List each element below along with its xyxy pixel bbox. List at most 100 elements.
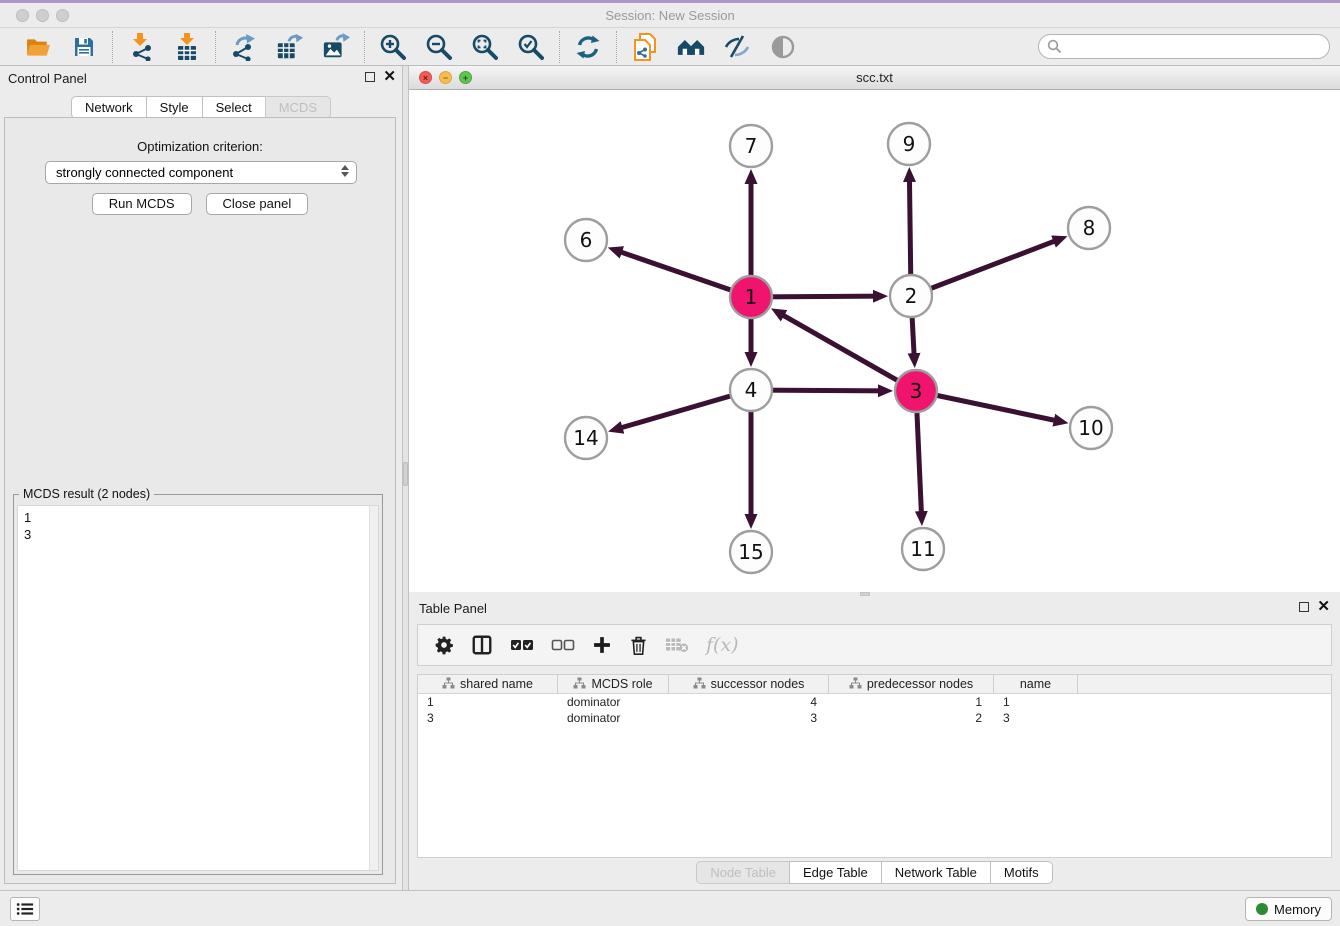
- mcds-result-values: 1 3: [24, 509, 31, 543]
- node-10[interactable]: 10: [1070, 407, 1112, 449]
- edge-2-8[interactable]: [911, 238, 1062, 296]
- open-file-icon[interactable]: [24, 33, 52, 61]
- save-session-icon[interactable]: [70, 33, 98, 61]
- function-builder-icon[interactable]: f(x): [706, 634, 739, 656]
- refresh-icon[interactable]: [574, 33, 602, 61]
- column-header-successor-nodes[interactable]: successor nodes: [669, 675, 829, 693]
- cell-successor-nodes[interactable]: 3: [669, 710, 829, 726]
- node-6[interactable]: 6: [565, 219, 607, 261]
- mcds-result-title: MCDS result (2 nodes): [19, 487, 154, 501]
- close-panel-icon[interactable]: ✕: [383, 71, 396, 83]
- tab-motifs[interactable]: Motifs: [990, 861, 1053, 884]
- memory-button[interactable]: Memory: [1245, 897, 1332, 921]
- select-all-checks-icon[interactable]: [510, 636, 534, 654]
- vertical-splitter[interactable]: [402, 66, 409, 890]
- column-header-MCDS-role[interactable]: MCDS role: [558, 675, 669, 693]
- export-table-icon[interactable]: [276, 33, 304, 61]
- node-7[interactable]: 7: [730, 125, 772, 167]
- import-table-icon[interactable]: [173, 33, 201, 61]
- network-view-window: × − + scc.txt 7 9 6 8 1 2 4 3 14 10 15 11: [409, 66, 1340, 592]
- svg-text:15: 15: [738, 540, 763, 564]
- memory-status-icon: [1256, 903, 1268, 915]
- node-3[interactable]: 3: [895, 370, 937, 412]
- tab-mcds[interactable]: MCDS: [265, 96, 331, 119]
- style-toggle-icon[interactable]: [723, 33, 751, 61]
- svg-text:8: 8: [1083, 216, 1096, 240]
- cell-name[interactable]: 1: [994, 694, 1078, 710]
- mcds-result-groupbox: MCDS result (2 nodes) 1 3: [13, 494, 383, 875]
- column-header-shared-name[interactable]: shared name: [418, 675, 558, 693]
- node-14[interactable]: 14: [565, 417, 607, 459]
- svg-text:11: 11: [910, 537, 935, 561]
- column-header-filler: [1078, 675, 1331, 693]
- optimization-criterion-value: strongly connected component: [56, 165, 233, 180]
- column-type-icon: [849, 677, 862, 692]
- node-8[interactable]: 8: [1068, 207, 1110, 249]
- cell-MCDS-role[interactable]: dominator: [558, 710, 669, 726]
- float-panel-icon[interactable]: [365, 72, 375, 82]
- task-history-button[interactable]: [10, 897, 40, 921]
- network-file-title: scc.txt: [409, 70, 1340, 85]
- node-2[interactable]: 2: [890, 275, 932, 317]
- export-image-icon[interactable]: [322, 33, 350, 61]
- tab-network-table[interactable]: Network Table: [881, 861, 991, 884]
- search-input[interactable]: [1038, 34, 1330, 59]
- zoom-fit-icon[interactable]: [471, 33, 499, 61]
- cell-MCDS-role[interactable]: dominator: [558, 694, 669, 710]
- export-network-icon[interactable]: [230, 33, 258, 61]
- node-9[interactable]: 9: [888, 123, 930, 165]
- control-panel: Control Panel ✕ NetworkStyleSelectMCDS O…: [0, 66, 402, 890]
- column-type-icon: [442, 677, 455, 692]
- cell-successor-nodes[interactable]: 4: [669, 694, 829, 710]
- cell-predecessor-nodes[interactable]: 2: [829, 710, 994, 726]
- edge-3-1[interactable]: [776, 311, 916, 391]
- float-table-panel-icon[interactable]: [1299, 602, 1309, 612]
- node-4[interactable]: 4: [730, 369, 772, 411]
- delete-table-icon[interactable]: [665, 636, 689, 654]
- deselect-all-checks-icon[interactable]: [551, 636, 575, 654]
- node-table-body: 1dominator4113dominator323: [418, 694, 1331, 726]
- column-header-name[interactable]: name: [994, 675, 1078, 693]
- delete-column-icon[interactable]: [629, 635, 648, 656]
- import-network-icon[interactable]: [127, 33, 155, 61]
- node-1[interactable]: 1: [730, 276, 772, 318]
- edge-3-10[interactable]: [916, 391, 1063, 422]
- control-panel-title: Control Panel: [8, 71, 87, 86]
- tab-select[interactable]: Select: [202, 96, 266, 119]
- cell-name[interactable]: 3: [994, 710, 1078, 726]
- run-mcds-button[interactable]: Run MCDS: [92, 193, 192, 215]
- settings-gear-icon[interactable]: [434, 635, 454, 655]
- tab-node-table[interactable]: Node Table: [696, 861, 790, 884]
- zoom-selected-icon[interactable]: [517, 33, 545, 61]
- network-window-titlebar: × − + scc.txt: [409, 66, 1340, 90]
- tab-network[interactable]: Network: [71, 96, 147, 119]
- copy-annotation-icon[interactable]: [631, 33, 659, 61]
- optimization-criterion-select[interactable]: strongly connected component: [45, 161, 357, 184]
- tab-style[interactable]: Style: [146, 96, 203, 119]
- table-row[interactable]: 1dominator411: [418, 694, 1331, 710]
- status-bar: Memory: [0, 890, 1340, 926]
- add-column-icon[interactable]: [592, 635, 612, 655]
- home-icon[interactable]: [677, 33, 705, 61]
- mcds-result-textarea[interactable]: 1 3: [17, 505, 379, 871]
- network-canvas[interactable]: 7 9 6 8 1 2 4 3 14 10 15 11: [409, 90, 1340, 592]
- tab-edge-table[interactable]: Edge Table: [789, 861, 882, 884]
- cell-predecessor-nodes[interactable]: 1: [829, 694, 994, 710]
- result-scrollbar[interactable]: [369, 506, 378, 870]
- memory-label: Memory: [1274, 902, 1321, 917]
- table-panel-title: Table Panel: [419, 601, 487, 616]
- zoom-out-icon[interactable]: [425, 33, 453, 61]
- close-table-panel-icon[interactable]: ✕: [1317, 601, 1330, 613]
- vertical-splitter-handle[interactable]: [403, 462, 408, 486]
- node-15[interactable]: 15: [730, 531, 772, 573]
- close-panel-button[interactable]: Close panel: [206, 193, 309, 215]
- table-panel: Table Panel ✕: [409, 596, 1340, 890]
- cell-shared-name[interactable]: 3: [418, 710, 558, 726]
- table-row[interactable]: 3dominator323: [418, 710, 1331, 726]
- columns-icon[interactable]: [471, 634, 493, 656]
- zoom-in-icon[interactable]: [379, 33, 407, 61]
- node-11[interactable]: 11: [902, 528, 944, 570]
- show-graphics-icon[interactable]: [769, 33, 797, 61]
- cell-shared-name[interactable]: 1: [418, 694, 558, 710]
- column-header-predecessor-nodes[interactable]: predecessor nodes: [829, 675, 994, 693]
